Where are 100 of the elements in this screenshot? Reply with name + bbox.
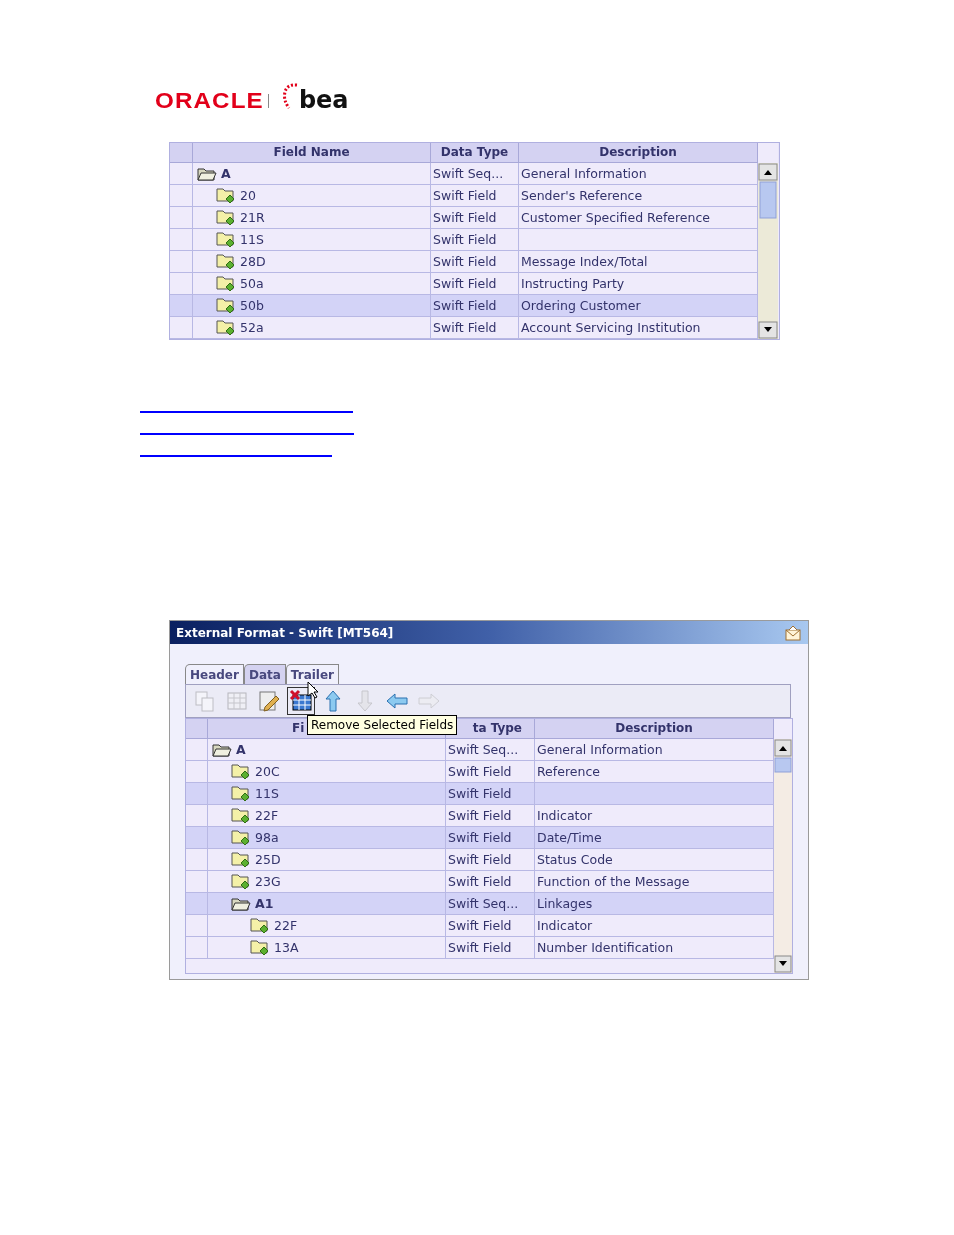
description: Date/Time	[537, 830, 602, 845]
folder-icon	[231, 763, 251, 780]
table-row[interactable]: 11S Swift Field	[186, 783, 774, 805]
field-name: 13A	[274, 940, 299, 955]
table-row[interactable]: 13A Swift Field Number Identification	[186, 937, 774, 959]
table-row[interactable]: A Swift Seq... General Information	[186, 739, 774, 761]
description: General Information	[521, 166, 647, 181]
description: Ordering Customer	[521, 298, 641, 313]
description: Indicator	[537, 808, 593, 823]
table-row[interactable]: 22F Swift Field Indicator	[186, 915, 774, 937]
swirl-icon	[280, 82, 299, 110]
data-type: Swift Field	[433, 188, 497, 203]
link-underline[interactable]	[140, 455, 332, 457]
folder-icon	[250, 939, 270, 956]
field-name: 21R	[240, 210, 265, 225]
description: Reference	[537, 764, 600, 779]
description: Sender's Reference	[521, 188, 643, 203]
table-row[interactable]: A1 Swift Seq... Linkages	[186, 893, 774, 915]
open-folder-icon	[212, 741, 232, 758]
delete-table-icon[interactable]	[288, 688, 314, 714]
table-row[interactable]: 28D Swift Field Message Index/Total	[170, 251, 758, 273]
data-type: Swift Field	[448, 764, 512, 779]
folder-icon	[216, 231, 236, 248]
field-name: 98a	[255, 830, 279, 845]
scrollbar[interactable]	[758, 163, 778, 339]
description: Customer Specified Reference	[521, 210, 710, 225]
description: Linkages	[537, 896, 593, 911]
description: General Information	[537, 742, 663, 757]
data-type: Swift Field	[433, 320, 497, 335]
open-folder-icon	[231, 895, 251, 912]
data-type: Swift Seq...	[448, 896, 519, 911]
field-name: 25D	[255, 852, 281, 867]
folder-icon	[231, 851, 251, 868]
column-header[interactable]: Data Type	[431, 143, 519, 163]
link-underline[interactable]	[140, 411, 353, 413]
data-type: Swift Field	[448, 830, 512, 845]
table-row[interactable]: 98a Swift Field Date/Time	[186, 827, 774, 849]
pencil-icon[interactable]	[256, 688, 282, 714]
table-row[interactable]: 11S Swift Field	[170, 229, 758, 251]
field-name: 11S	[255, 786, 279, 801]
data-type: Swift Field	[448, 852, 512, 867]
folder-icon	[216, 319, 236, 336]
cursor-icon	[307, 681, 318, 699]
scrollbar[interactable]	[774, 739, 792, 973]
column-header[interactable]: Fi	[292, 721, 305, 735]
table-row[interactable]: 50b Swift Field Ordering Customer	[170, 295, 758, 317]
tab[interactable]: Trailer	[285, 664, 339, 684]
folder-icon	[231, 807, 251, 824]
data-type: Swift Field	[448, 874, 512, 889]
data-type: Swift Seq...	[448, 742, 519, 757]
column-header[interactable]: Field Name	[193, 143, 431, 163]
field-name: 50b	[240, 298, 264, 313]
description: Status Code	[537, 852, 613, 867]
description: Instructing Party	[521, 276, 625, 291]
folder-icon	[231, 785, 251, 802]
field-name: 20C	[255, 764, 280, 779]
description: Function of the Message	[537, 874, 690, 889]
data-type: Swift Field	[433, 210, 497, 225]
table-row[interactable]: 21R Swift Field Customer Specified Reference	[170, 207, 758, 229]
field-name: 22F	[274, 918, 298, 933]
column-header[interactable]: Description	[535, 719, 774, 739]
description: Number Identification	[537, 940, 674, 955]
data-type: Swift Field	[448, 786, 512, 801]
data-type: Swift Seq...	[433, 166, 504, 181]
field-name: A	[221, 166, 231, 181]
field-name: 28D	[240, 254, 266, 269]
data-type: Swift Field	[448, 918, 512, 933]
data-type: Swift Field	[433, 298, 497, 313]
description: Message Index/Total	[521, 254, 648, 269]
field-name: 11S	[240, 232, 264, 247]
folder-icon	[216, 297, 236, 314]
field-name: 20	[240, 188, 256, 203]
table-row[interactable]: 20 Swift Field Sender's Reference	[170, 185, 758, 207]
folder-icon	[231, 873, 251, 890]
folder-icon	[231, 829, 251, 846]
description: Indicator	[537, 918, 593, 933]
tooltip: Remove Selected Fields	[307, 715, 458, 735]
field-name: 22F	[255, 808, 279, 823]
oracle-logo: ORACLE	[155, 88, 264, 114]
table-row[interactable]: 25D Swift Field Status Code	[186, 849, 774, 871]
field-name: 50a	[240, 276, 264, 291]
folder-icon	[250, 917, 270, 934]
table-row[interactable]: A Swift Seq... General Information	[170, 163, 758, 185]
column-header[interactable]: Description	[519, 143, 758, 163]
tab[interactable]: Header	[185, 664, 244, 684]
folder-icon	[216, 187, 236, 204]
field-name: 23G	[255, 874, 281, 889]
folder-icon	[216, 209, 236, 226]
data-type: Swift Field	[448, 808, 512, 823]
envelope-icon[interactable]	[784, 624, 802, 641]
link-underline[interactable]	[140, 433, 354, 435]
folder-icon	[216, 253, 236, 270]
folder-icon	[216, 275, 236, 292]
description: Account Servicing Institution	[521, 320, 701, 335]
field-name: 52a	[240, 320, 264, 335]
window-title: External Format - Swift [MT564]	[176, 625, 394, 640]
tab[interactable]: Data	[243, 664, 286, 684]
field-name: A	[236, 742, 246, 757]
field-name: A1	[255, 896, 274, 911]
table-row[interactable]: 52a Swift Field Account Servicing Institution	[170, 317, 758, 339]
